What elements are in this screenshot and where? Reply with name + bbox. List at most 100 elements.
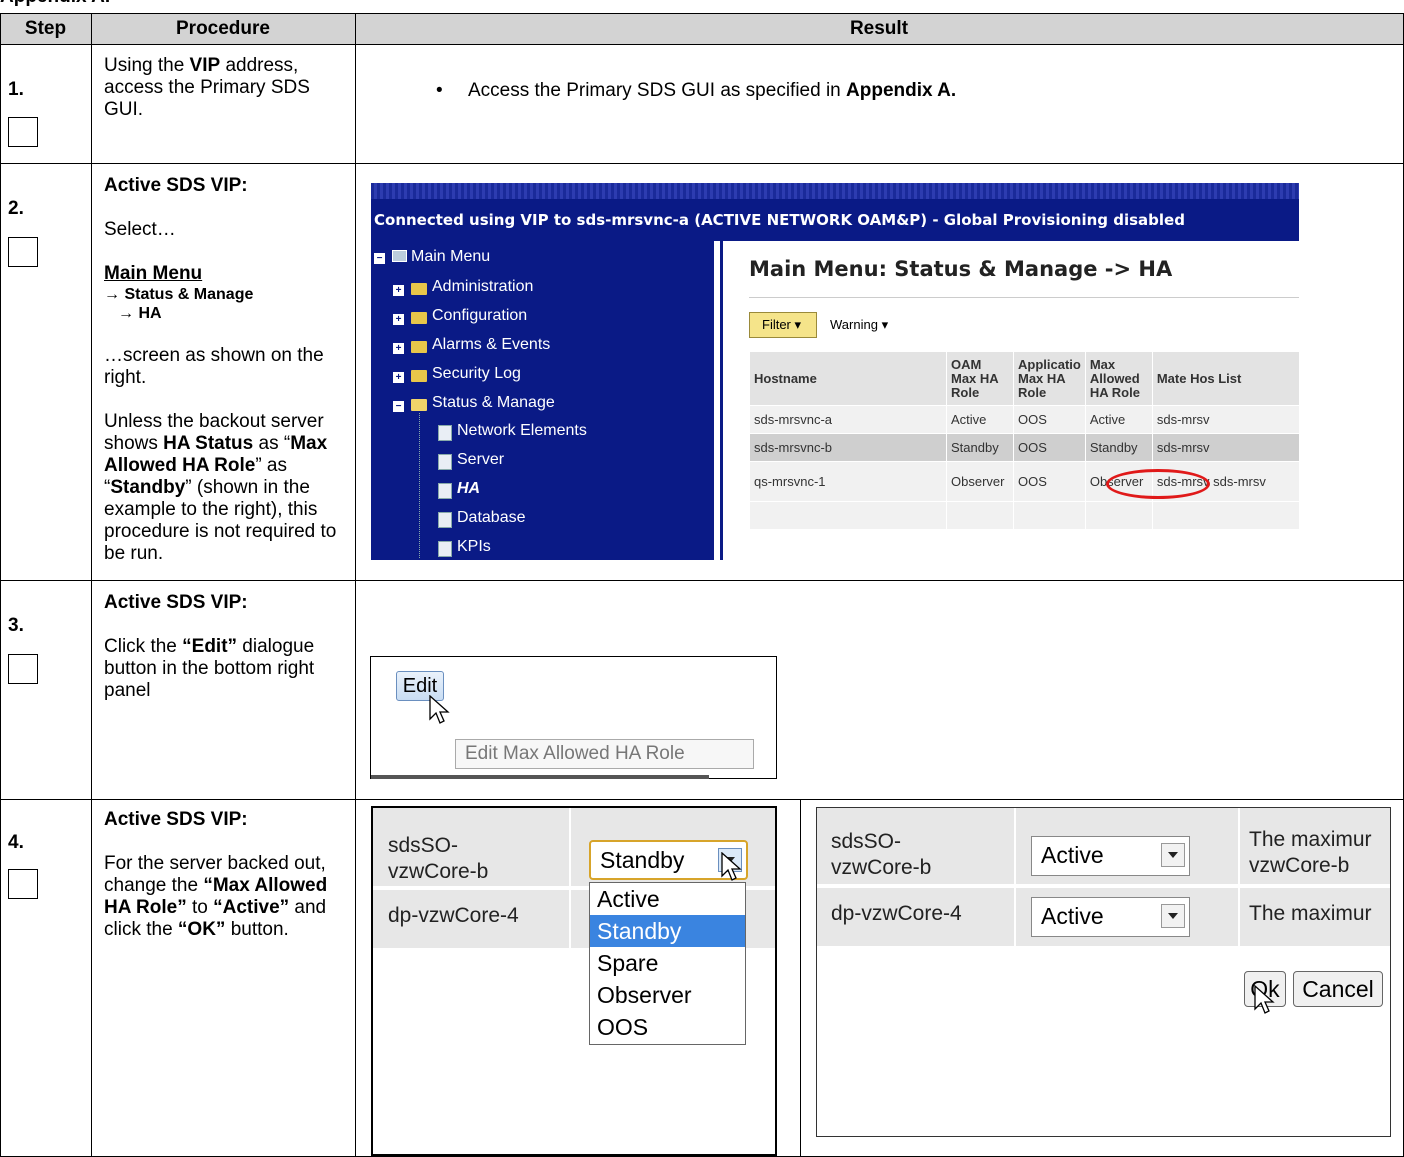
step-checkbox[interactable]: [8, 117, 38, 147]
folder-icon: [411, 312, 427, 324]
page-icon: [438, 512, 452, 528]
header-step: Step: [24, 18, 67, 39]
step-checkbox[interactable]: [8, 237, 38, 267]
option-observer[interactable]: Observer: [590, 979, 745, 1011]
cell: [946, 501, 1014, 530]
step-procedure: Active SDS VIP: Select… Main Menu → Stat…: [104, 175, 337, 564]
collapse-icon[interactable]: −: [374, 253, 385, 264]
table-row[interactable]: qs-mrsvnc-1 Observer OOS Observer sds-mr…: [749, 461, 1299, 502]
bullet-icon: •: [436, 80, 443, 101]
main-menu-tree: − Main Menu + Administration + Configura…: [371, 241, 714, 560]
option-standby[interactable]: Standby: [590, 915, 745, 947]
expand-icon[interactable]: +: [393, 314, 404, 325]
cell: qs-mrsvnc-1: [749, 461, 947, 502]
cursor-icon: [1254, 985, 1275, 1014]
server-name: dp-vzwCore-4: [831, 902, 962, 925]
expand-icon[interactable]: +: [393, 372, 404, 383]
page-icon: [438, 425, 452, 441]
column-divider: [1238, 808, 1240, 948]
step-procedure: Active SDS VIP: Click the “Edit” dialogu…: [104, 592, 315, 701]
dropdown-screenshot: sdsSO-vzwCore-b dp-vzwCore-4 Standby Act…: [371, 806, 777, 1156]
step-checkbox[interactable]: [8, 654, 38, 684]
header-result: Result: [849, 18, 909, 39]
cell: OOS: [1013, 405, 1086, 434]
cell: Active: [1084, 405, 1153, 434]
menu-item-server[interactable]: Server: [457, 451, 504, 469]
step-number: 2.: [8, 198, 24, 219]
step-procedure: Active SDS VIP: For the server backed ou…: [104, 809, 328, 940]
menu-item-security-log[interactable]: Security Log: [432, 365, 521, 383]
table-row[interactable]: sds-mrsvnc-a Active OOS Active sds-mrsv: [749, 405, 1299, 434]
chevron-down-icon[interactable]: [1161, 904, 1185, 928]
step-number: 3.: [8, 615, 24, 636]
connection-banner: Connected using VIP to sds-mrsvnc-a (ACT…: [371, 199, 1299, 241]
column-header[interactable]: Hostname: [749, 351, 947, 406]
cell: sds-mrsvnc-b: [749, 433, 947, 462]
folder-icon: [411, 283, 427, 295]
step-checkbox[interactable]: [8, 869, 38, 899]
folder-icon: [411, 370, 427, 382]
ha-main-panel: Main Menu: Status & Manage -> HA Filter …: [720, 241, 1299, 560]
column-header[interactable]: Applicatio Max HA Role: [1013, 351, 1086, 406]
menu-item-ha[interactable]: HA: [457, 480, 480, 498]
cell: sds-mrsv: [1151, 433, 1299, 462]
edit-screenshot: Edit Edit Max Allowed HA Role: [370, 656, 777, 779]
menu-item-network-elements[interactable]: Network Elements: [457, 422, 587, 440]
cell: [1013, 501, 1086, 530]
cell: Observer: [946, 461, 1014, 502]
cell: [749, 501, 947, 530]
max-ha-role-select[interactable]: Active: [1031, 836, 1190, 876]
collapse-icon[interactable]: −: [393, 401, 404, 412]
filter-button[interactable]: Filter ▾: [749, 312, 817, 338]
role-options-list[interactable]: Active Standby Spare Observer OOS: [589, 882, 746, 1045]
banner-strip: [371, 183, 1299, 199]
option-oos[interactable]: OOS: [590, 1011, 745, 1043]
menu-item-database[interactable]: Database: [457, 509, 526, 527]
role-description: The maximur vzwCore-b: [1249, 828, 1372, 877]
edit-tooltip: Edit Max Allowed HA Role: [455, 739, 754, 769]
cell: Standby: [946, 433, 1014, 462]
column-header[interactable]: Max Allowed HA Role: [1084, 351, 1153, 406]
warning-menu[interactable]: Warning ▾: [830, 312, 888, 338]
cell: Standby: [1084, 433, 1153, 462]
ha-screenshot: Connected using VIP to sds-mrsvnc-a (ACT…: [371, 183, 1299, 560]
cancel-button[interactable]: Cancel: [1293, 971, 1383, 1007]
chevron-down-icon[interactable]: [1161, 843, 1185, 867]
cell: OOS: [1013, 433, 1086, 462]
folder-icon: [411, 341, 427, 353]
menu-item-configuration[interactable]: Configuration: [432, 307, 527, 325]
cell: sds-mrsvnc-a: [749, 405, 947, 434]
page-title: Main Menu: Status & Manage -> HA: [749, 257, 1173, 281]
menu-item-administration[interactable]: Administration: [432, 278, 533, 296]
menu-item-status-manage[interactable]: Status & Manage: [432, 394, 555, 412]
expand-icon[interactable]: +: [393, 285, 404, 296]
option-active[interactable]: Active: [590, 883, 745, 915]
column-header[interactable]: OAM Max HA Role: [946, 351, 1014, 406]
clipped-heading: Appendix A. Configuration: [0, 0, 220, 6]
option-spare[interactable]: Spare: [590, 947, 745, 979]
column-divider: [1014, 808, 1016, 948]
table-row[interactable]: sds-mrsvnc-b Standby OOS Standby sds-mrs…: [749, 433, 1299, 462]
menu-item-kpis[interactable]: KPIs: [457, 538, 491, 556]
max-ha-role-select[interactable]: Active: [1031, 897, 1190, 937]
cursor-icon: [721, 852, 742, 881]
cell: [1151, 501, 1299, 530]
server-name: dp-vzwCore-4: [388, 904, 519, 927]
page-icon: [438, 541, 452, 557]
header-procedure: Procedure: [176, 18, 270, 39]
server-name: sdsSO-vzwCore-b: [831, 830, 932, 879]
page-icon: [438, 483, 452, 499]
tree-line: [419, 413, 421, 558]
expand-icon[interactable]: +: [393, 343, 404, 354]
open-folder-icon: [411, 399, 427, 411]
highlight-oval: [1106, 469, 1210, 499]
chevron-down-icon: ▾: [794, 317, 802, 332]
step-number: 4.: [8, 832, 24, 853]
menu-item-main-menu[interactable]: Main Menu: [411, 248, 490, 266]
table-row[interactable]: [749, 501, 1299, 530]
computer-icon: [392, 250, 407, 262]
column-header[interactable]: Mate Hos List: [1151, 351, 1299, 406]
panel-edge: [371, 775, 709, 779]
menu-item-alarms-events[interactable]: Alarms & Events: [432, 336, 550, 354]
role-description: The maximur: [1249, 902, 1372, 925]
